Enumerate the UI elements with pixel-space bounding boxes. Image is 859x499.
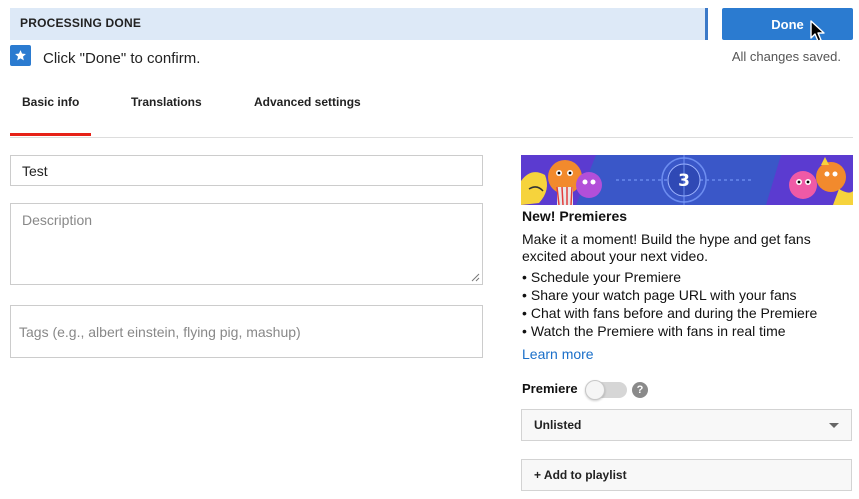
done-button[interactable]: Done [722,8,853,40]
resize-handle-icon[interactable] [470,272,480,282]
mouse-cursor-icon [810,20,825,42]
learn-more-link[interactable]: Learn more [522,346,594,362]
tab-basic-info[interactable]: Basic info [22,95,79,109]
tab-advanced-settings[interactable]: Advanced settings [254,95,361,109]
saved-status: All changes saved. [731,49,841,64]
premieres-feature-list: Schedule your Premiere Share your watch … [522,268,817,340]
tags-field [10,305,483,358]
question-icon[interactable]: ? [632,382,648,398]
premieres-description: Make it a moment! Build the hype and get… [522,231,811,264]
add-to-playlist-button[interactable]: + Add to playlist [521,459,852,491]
premiere-toggle-label: Premiere [522,381,578,396]
status-bar-divider [705,8,708,40]
premiere-toggle[interactable] [585,380,627,400]
description-input[interactable] [11,204,482,284]
toggle-knob [585,380,605,400]
chevron-down-icon [829,423,839,428]
confirm-message: Click "Done" to confirm. [43,50,201,67]
title-field [10,155,483,186]
add-to-playlist-label: + Add to playlist [534,468,627,482]
countdown-number: 3 [678,171,690,191]
list-item: Watch the Premiere with fans in real tim… [522,322,817,340]
star-icon [10,45,31,66]
active-tab-indicator [10,133,91,136]
tab-translations[interactable]: Translations [131,95,202,109]
premieres-heading: New! Premieres [522,208,628,224]
tabs-divider [10,137,853,138]
visibility-select[interactable]: Unlisted [521,409,852,441]
tags-input[interactable] [11,306,482,357]
title-input[interactable] [11,156,482,185]
list-item: Schedule your Premiere [522,268,817,286]
premieres-banner: 3 [521,155,853,205]
processing-status-text: PROCESSING DONE [20,16,142,30]
list-item: Chat with fans before and during the Pre… [522,304,817,322]
description-field [10,203,483,285]
list-item: Share your watch page URL with your fans [522,286,817,304]
visibility-selected-value: Unlisted [534,418,582,432]
